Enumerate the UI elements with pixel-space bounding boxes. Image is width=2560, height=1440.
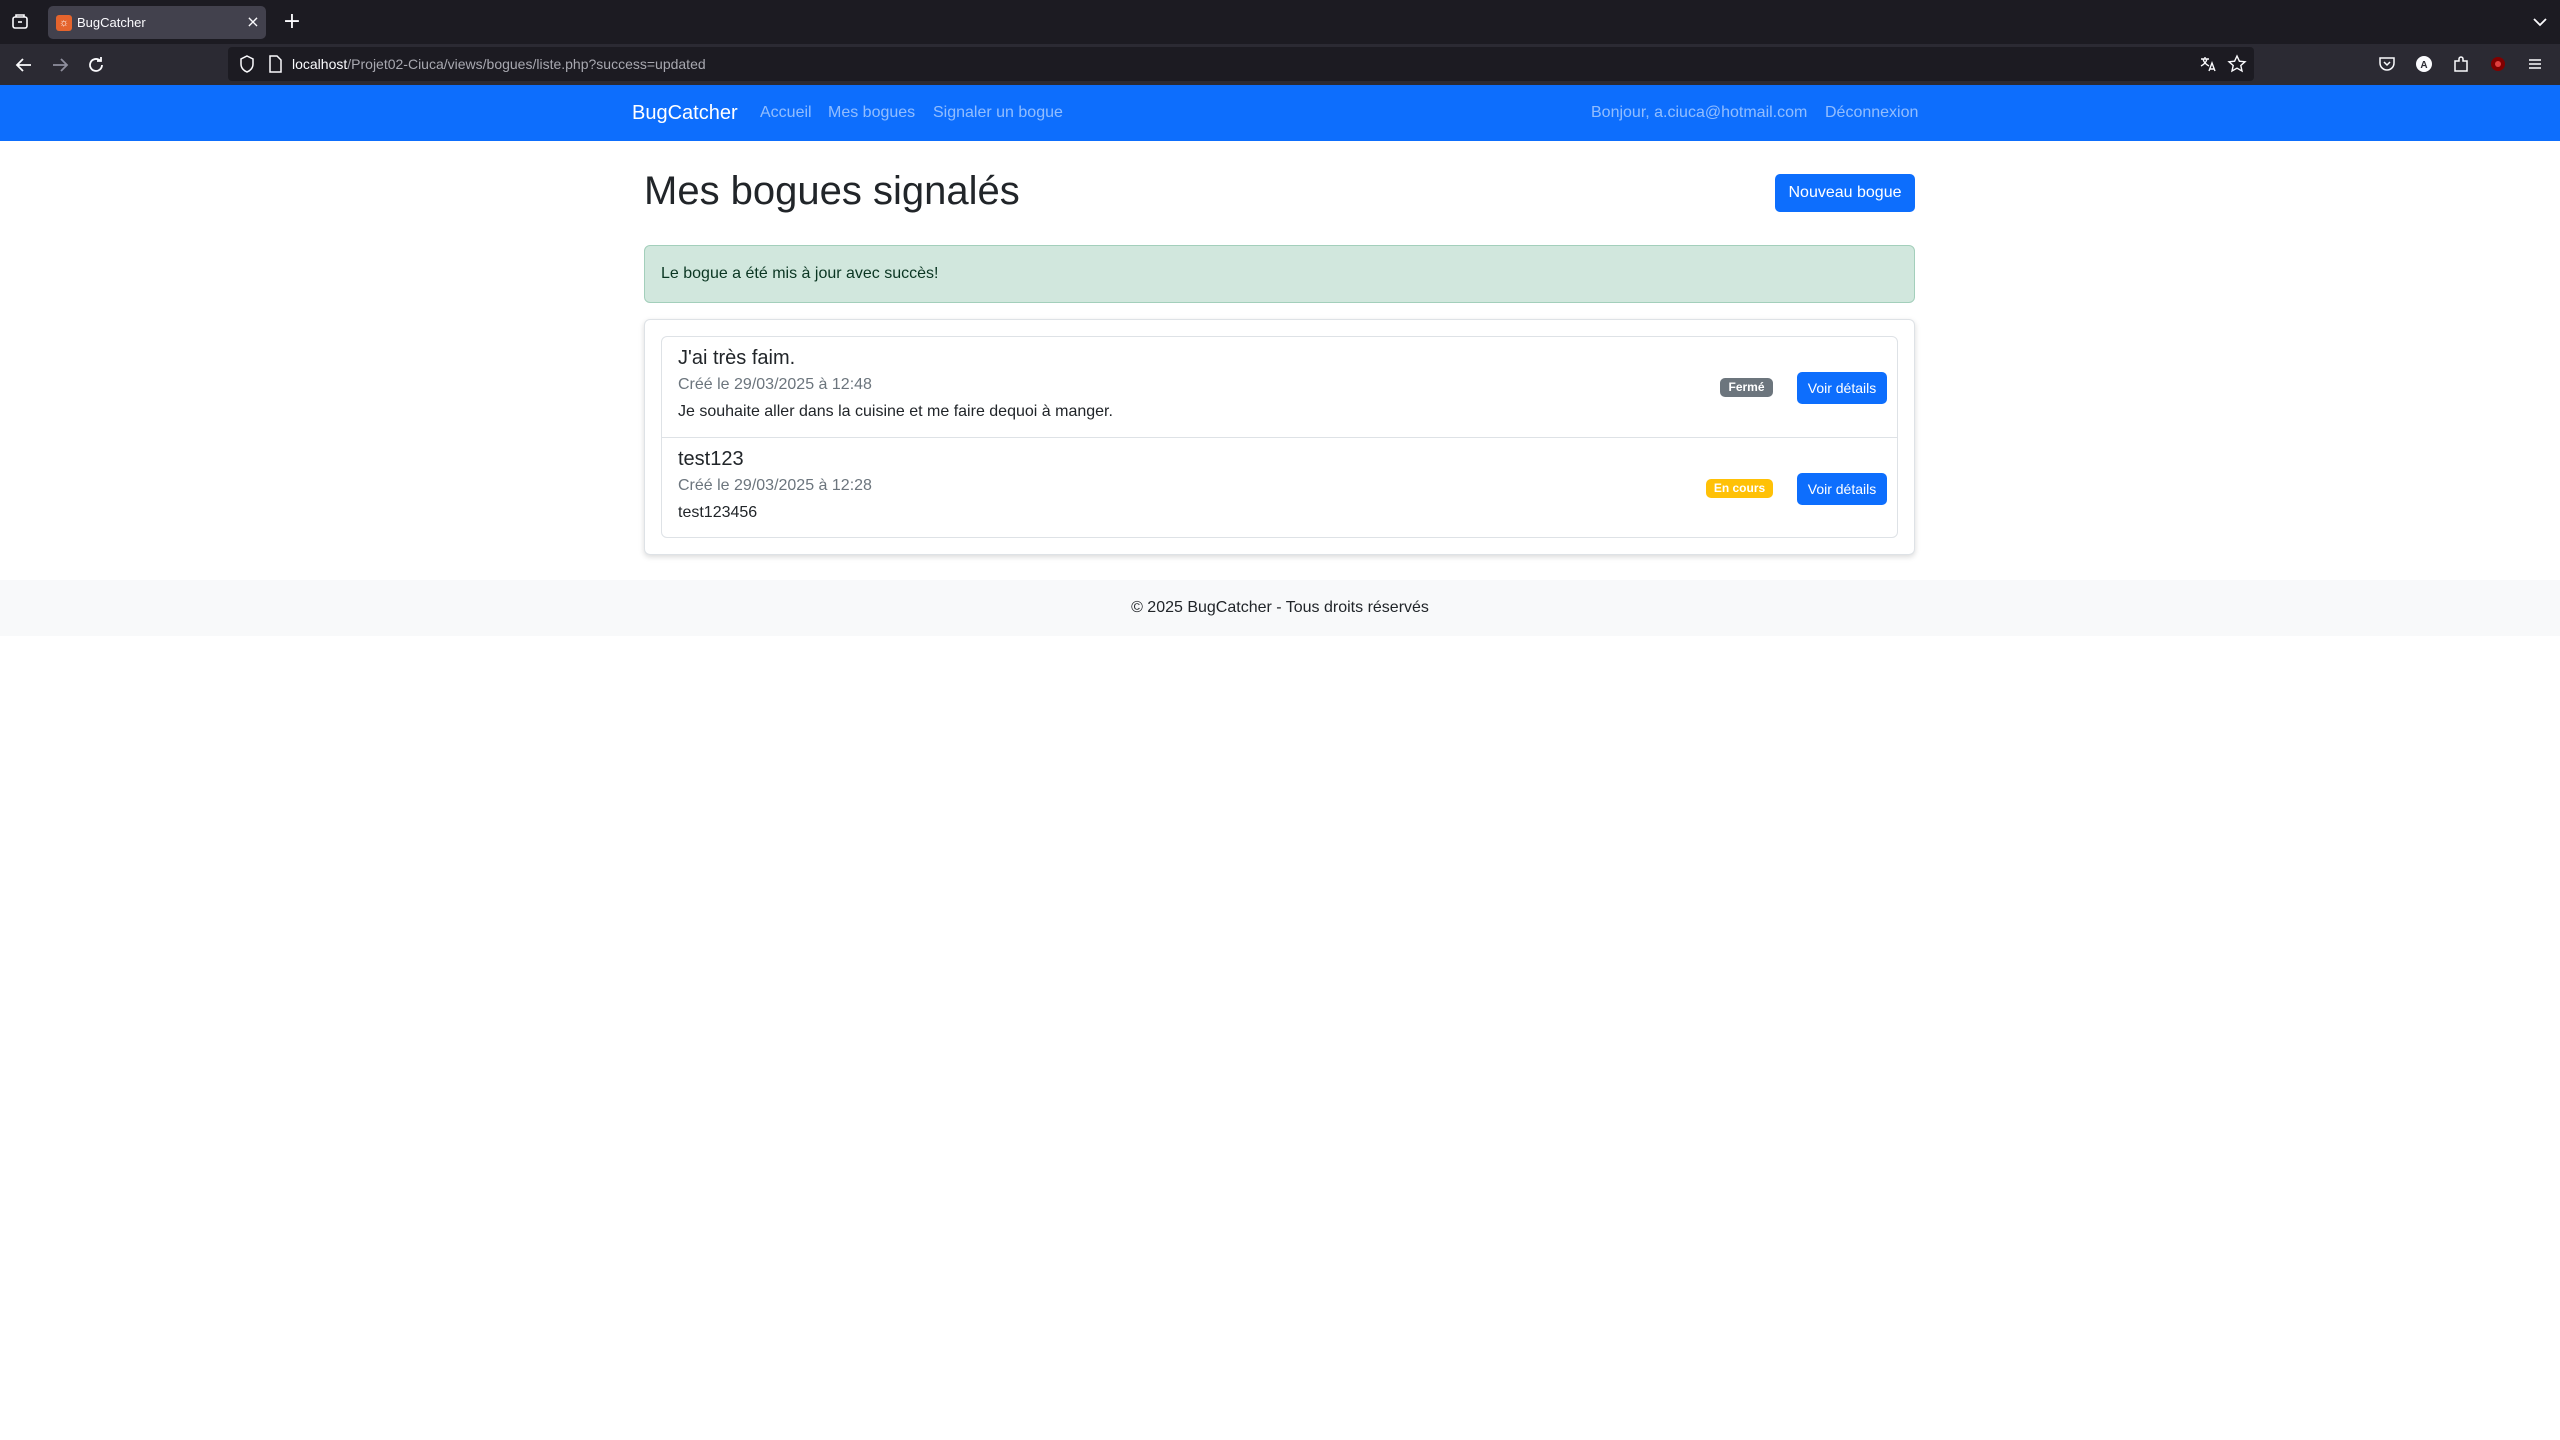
nav-link-mes-bogues[interactable]: Mes bogues xyxy=(828,103,915,123)
new-bug-button[interactable]: Nouveau bogue xyxy=(1775,174,1915,212)
reload-icon[interactable] xyxy=(83,52,109,78)
bug-title: J'ai très faim. xyxy=(678,347,796,369)
url-host: localhost xyxy=(292,56,348,72)
site-navbar: BugCatcher Accueil Mes bogues Signaler u… xyxy=(0,85,2560,141)
nav-link-accueil[interactable]: Accueil xyxy=(760,103,812,123)
svg-text:A: A xyxy=(2420,60,2427,71)
ublock-icon[interactable] xyxy=(2487,53,2509,75)
chevron-down-icon[interactable] xyxy=(2528,10,2552,34)
close-icon[interactable]: × xyxy=(244,13,262,31)
shield-icon[interactable] xyxy=(237,54,257,74)
bug-title: test123 xyxy=(678,448,744,470)
user-greeting: Bonjour, a.ciuca@hotmail.com xyxy=(1591,104,1808,121)
bug-description: test123456 xyxy=(678,504,758,521)
bug-date: Créé le 29/03/2025 à 12:28 xyxy=(678,477,872,494)
bug-list-card: J'ai très faim. Créé le 29/03/2025 à 12:… xyxy=(644,319,1915,555)
menu-icon[interactable] xyxy=(2524,53,2546,75)
tab-title: BugCatcher xyxy=(77,15,146,30)
tab-list-icon[interactable] xyxy=(8,10,32,34)
bug-date: Créé le 29/03/2025 à 12:48 xyxy=(678,376,872,393)
bug-description: Je souhaite aller dans la cuisine et me … xyxy=(678,403,1113,420)
account-icon[interactable]: A xyxy=(2413,53,2435,75)
view-details-button[interactable]: Voir détails xyxy=(1797,473,1887,505)
forward-icon[interactable] xyxy=(47,52,73,78)
page-icon[interactable] xyxy=(266,54,284,74)
status-badge: Fermé xyxy=(1720,378,1773,397)
bug-list: J'ai très faim. Créé le 29/03/2025 à 12:… xyxy=(661,336,1898,538)
logout-link[interactable]: Déconnexion xyxy=(1825,103,1918,123)
new-tab-icon[interactable]: + xyxy=(280,10,304,34)
browser-tab-bar: ☼ BugCatcher × + xyxy=(0,0,2560,44)
alert-text: Le bogue a été mis à jour avec succès! xyxy=(661,265,939,282)
back-icon[interactable] xyxy=(11,52,37,78)
tab-bugcatcher[interactable]: ☼ BugCatcher × xyxy=(48,6,266,39)
list-item: test123 Créé le 29/03/2025 à 12:28 test1… xyxy=(662,437,1897,537)
bookmark-star-icon[interactable] xyxy=(2227,54,2247,74)
list-item: J'ai très faim. Créé le 29/03/2025 à 12:… xyxy=(662,337,1897,437)
success-alert: Le bogue a été mis à jour avec succès! xyxy=(644,245,1915,303)
url-bar[interactable]: localhost/Projet02-Ciuca/views/bogues/li… xyxy=(228,47,2254,81)
nav-link-signaler[interactable]: Signaler un bogue xyxy=(933,103,1063,123)
translate-icon[interactable] xyxy=(2198,54,2218,74)
footer-text: © 2025 BugCatcher - Tous droits réservés xyxy=(1131,599,1429,616)
url-path: /Projet02-Ciuca/views/bogues/liste.php?s… xyxy=(347,56,706,72)
page-title: Mes bogues signalés xyxy=(644,169,1020,213)
extensions-icon[interactable] xyxy=(2450,53,2472,75)
status-badge: En cours xyxy=(1706,479,1773,498)
site-footer: © 2025 BugCatcher - Tous droits réservés xyxy=(0,580,2560,636)
brand-link[interactable]: BugCatcher xyxy=(632,100,738,126)
url-text[interactable]: localhost/Projet02-Ciuca/views/bogues/li… xyxy=(292,55,706,73)
view-details-button[interactable]: Voir détails xyxy=(1797,372,1887,404)
pocket-icon[interactable] xyxy=(2376,53,2398,75)
browser-toolbar: localhost/Projet02-Ciuca/views/bogues/li… xyxy=(0,44,2560,85)
bug-icon: ☼ xyxy=(56,15,72,31)
